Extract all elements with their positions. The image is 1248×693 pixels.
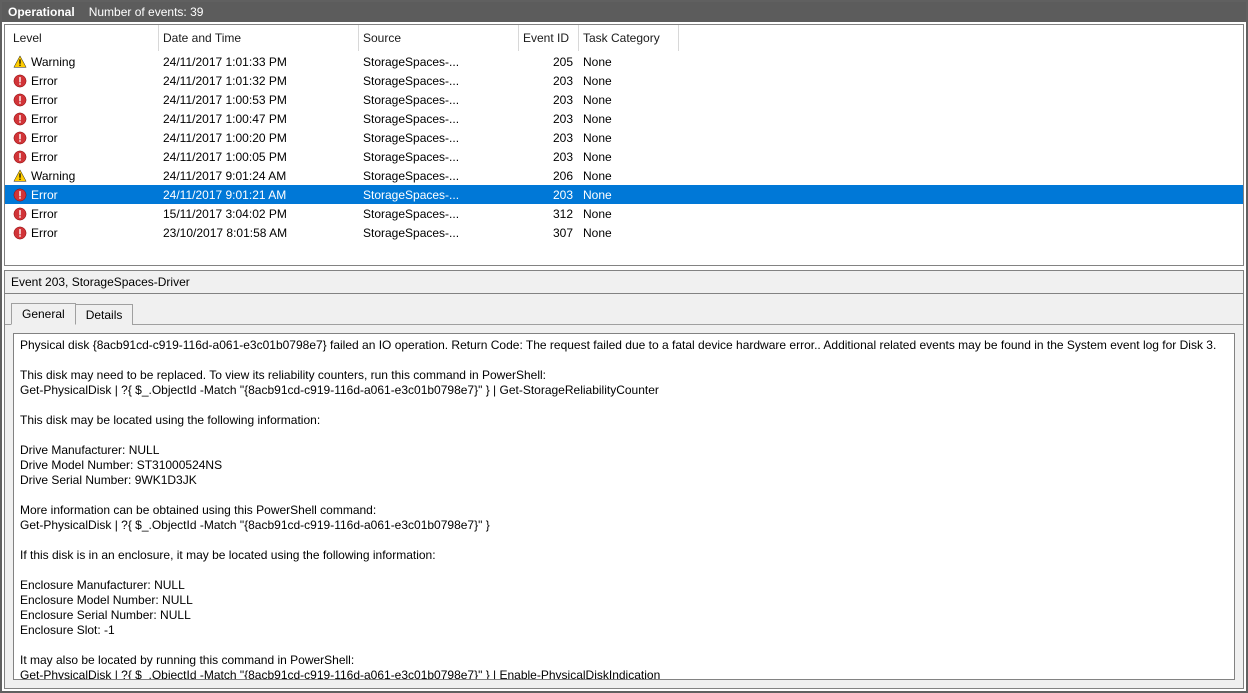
event-task: None bbox=[579, 207, 679, 221]
event-datetime: 24/11/2017 1:00:53 PM bbox=[159, 93, 359, 107]
event-row[interactable]: Error 24/11/2017 1:01:32 PMStorageSpaces-… bbox=[5, 71, 1243, 90]
event-viewer-pane: Operational Number of events: 39 Level D… bbox=[0, 0, 1248, 693]
event-datetime: 24/11/2017 9:01:21 AM bbox=[159, 188, 359, 202]
event-source: StorageSpaces-... bbox=[359, 112, 519, 126]
event-task: None bbox=[579, 93, 679, 107]
event-id: 206 bbox=[519, 169, 579, 183]
event-source: StorageSpaces-... bbox=[359, 188, 519, 202]
error-icon bbox=[13, 226, 27, 240]
event-detail-pane: General Details Physical disk {8acb91cd-… bbox=[4, 293, 1244, 689]
event-source: StorageSpaces-... bbox=[359, 93, 519, 107]
event-id: 203 bbox=[519, 188, 579, 202]
event-task: None bbox=[579, 226, 679, 240]
event-level: Error bbox=[31, 93, 58, 107]
event-list: Level Date and Time Source Event ID Task… bbox=[4, 24, 1244, 266]
event-task: None bbox=[579, 131, 679, 145]
event-datetime: 24/11/2017 1:00:47 PM bbox=[159, 112, 359, 126]
event-row[interactable]: Error 24/11/2017 9:01:21 AMStorageSpaces-… bbox=[5, 185, 1243, 204]
event-level: Error bbox=[31, 150, 58, 164]
event-id: 307 bbox=[519, 226, 579, 240]
event-datetime: 24/11/2017 1:00:05 PM bbox=[159, 150, 359, 164]
event-row[interactable]: Warning 24/11/2017 1:01:33 PMStorageSpace… bbox=[5, 52, 1243, 71]
error-icon bbox=[13, 131, 27, 145]
event-level: Error bbox=[31, 207, 58, 221]
warning-icon bbox=[13, 55, 27, 69]
event-list-header[interactable]: Level Date and Time Source Event ID Task… bbox=[5, 25, 1243, 52]
log-name: Operational bbox=[8, 2, 75, 22]
event-level: Error bbox=[31, 112, 58, 126]
event-datetime: 24/11/2017 1:00:20 PM bbox=[159, 131, 359, 145]
event-row[interactable]: Error 24/11/2017 1:00:47 PMStorageSpaces-… bbox=[5, 109, 1243, 128]
event-source: StorageSpaces-... bbox=[359, 169, 519, 183]
col-header-source[interactable]: Source bbox=[359, 25, 519, 51]
event-detail-body[interactable]: Physical disk {8acb91cd-c919-116d-a061-e… bbox=[13, 333, 1235, 680]
event-level: Error bbox=[31, 131, 58, 145]
col-header-eventid[interactable]: Event ID bbox=[519, 25, 579, 51]
event-level: Error bbox=[31, 226, 58, 240]
event-id: 203 bbox=[519, 112, 579, 126]
event-datetime: 24/11/2017 1:01:32 PM bbox=[159, 74, 359, 88]
event-source: StorageSpaces-... bbox=[359, 74, 519, 88]
log-titlebar: Operational Number of events: 39 bbox=[2, 2, 1246, 22]
event-id: 203 bbox=[519, 93, 579, 107]
col-header-datetime[interactable]: Date and Time bbox=[159, 25, 359, 51]
event-list-scroll[interactable]: Level Date and Time Source Event ID Task… bbox=[5, 25, 1243, 265]
tab-general[interactable]: General bbox=[11, 303, 76, 325]
col-header-level[interactable]: Level bbox=[9, 25, 159, 51]
event-datetime: 24/11/2017 9:01:24 AM bbox=[159, 169, 359, 183]
event-task: None bbox=[579, 169, 679, 183]
event-level: Error bbox=[31, 188, 58, 202]
error-icon bbox=[13, 112, 27, 126]
event-count: Number of events: 39 bbox=[89, 2, 204, 22]
event-level: Warning bbox=[31, 169, 75, 183]
error-icon bbox=[13, 93, 27, 107]
error-icon bbox=[13, 150, 27, 164]
warning-icon bbox=[13, 169, 27, 183]
event-id: 205 bbox=[519, 55, 579, 69]
event-detail-header: Event 203, StorageSpaces-Driver bbox=[4, 270, 1244, 293]
event-source: StorageSpaces-... bbox=[359, 207, 519, 221]
event-datetime: 24/11/2017 1:01:33 PM bbox=[159, 55, 359, 69]
event-id: 203 bbox=[519, 74, 579, 88]
event-datetime: 23/10/2017 8:01:58 AM bbox=[159, 226, 359, 240]
event-row[interactable]: Error 24/11/2017 1:00:53 PMStorageSpaces-… bbox=[5, 90, 1243, 109]
event-task: None bbox=[579, 150, 679, 164]
event-id: 203 bbox=[519, 150, 579, 164]
event-id: 312 bbox=[519, 207, 579, 221]
event-task: None bbox=[579, 112, 679, 126]
event-source: StorageSpaces-... bbox=[359, 226, 519, 240]
error-icon bbox=[13, 188, 27, 202]
event-id: 203 bbox=[519, 131, 579, 145]
col-header-task[interactable]: Task Category bbox=[579, 25, 679, 51]
event-row[interactable]: Warning 24/11/2017 9:01:24 AMStorageSpace… bbox=[5, 166, 1243, 185]
event-level: Warning bbox=[31, 55, 75, 69]
event-row[interactable]: Error 23/10/2017 8:01:58 AMStorageSpaces-… bbox=[5, 223, 1243, 242]
event-row[interactable]: Error 24/11/2017 1:00:20 PMStorageSpaces-… bbox=[5, 128, 1243, 147]
event-task: None bbox=[579, 55, 679, 69]
event-task: None bbox=[579, 188, 679, 202]
event-level: Error bbox=[31, 74, 58, 88]
event-source: StorageSpaces-... bbox=[359, 55, 519, 69]
event-row[interactable]: Error 15/11/2017 3:04:02 PMStorageSpaces-… bbox=[5, 204, 1243, 223]
event-source: StorageSpaces-... bbox=[359, 150, 519, 164]
tab-details[interactable]: Details bbox=[75, 304, 134, 325]
error-icon bbox=[13, 207, 27, 221]
event-datetime: 15/11/2017 3:04:02 PM bbox=[159, 207, 359, 221]
event-source: StorageSpaces-... bbox=[359, 131, 519, 145]
detail-tabbar: General Details bbox=[5, 294, 1243, 325]
event-task: None bbox=[579, 74, 679, 88]
error-icon bbox=[13, 74, 27, 88]
event-row[interactable]: Error 24/11/2017 1:00:05 PMStorageSpaces-… bbox=[5, 147, 1243, 166]
